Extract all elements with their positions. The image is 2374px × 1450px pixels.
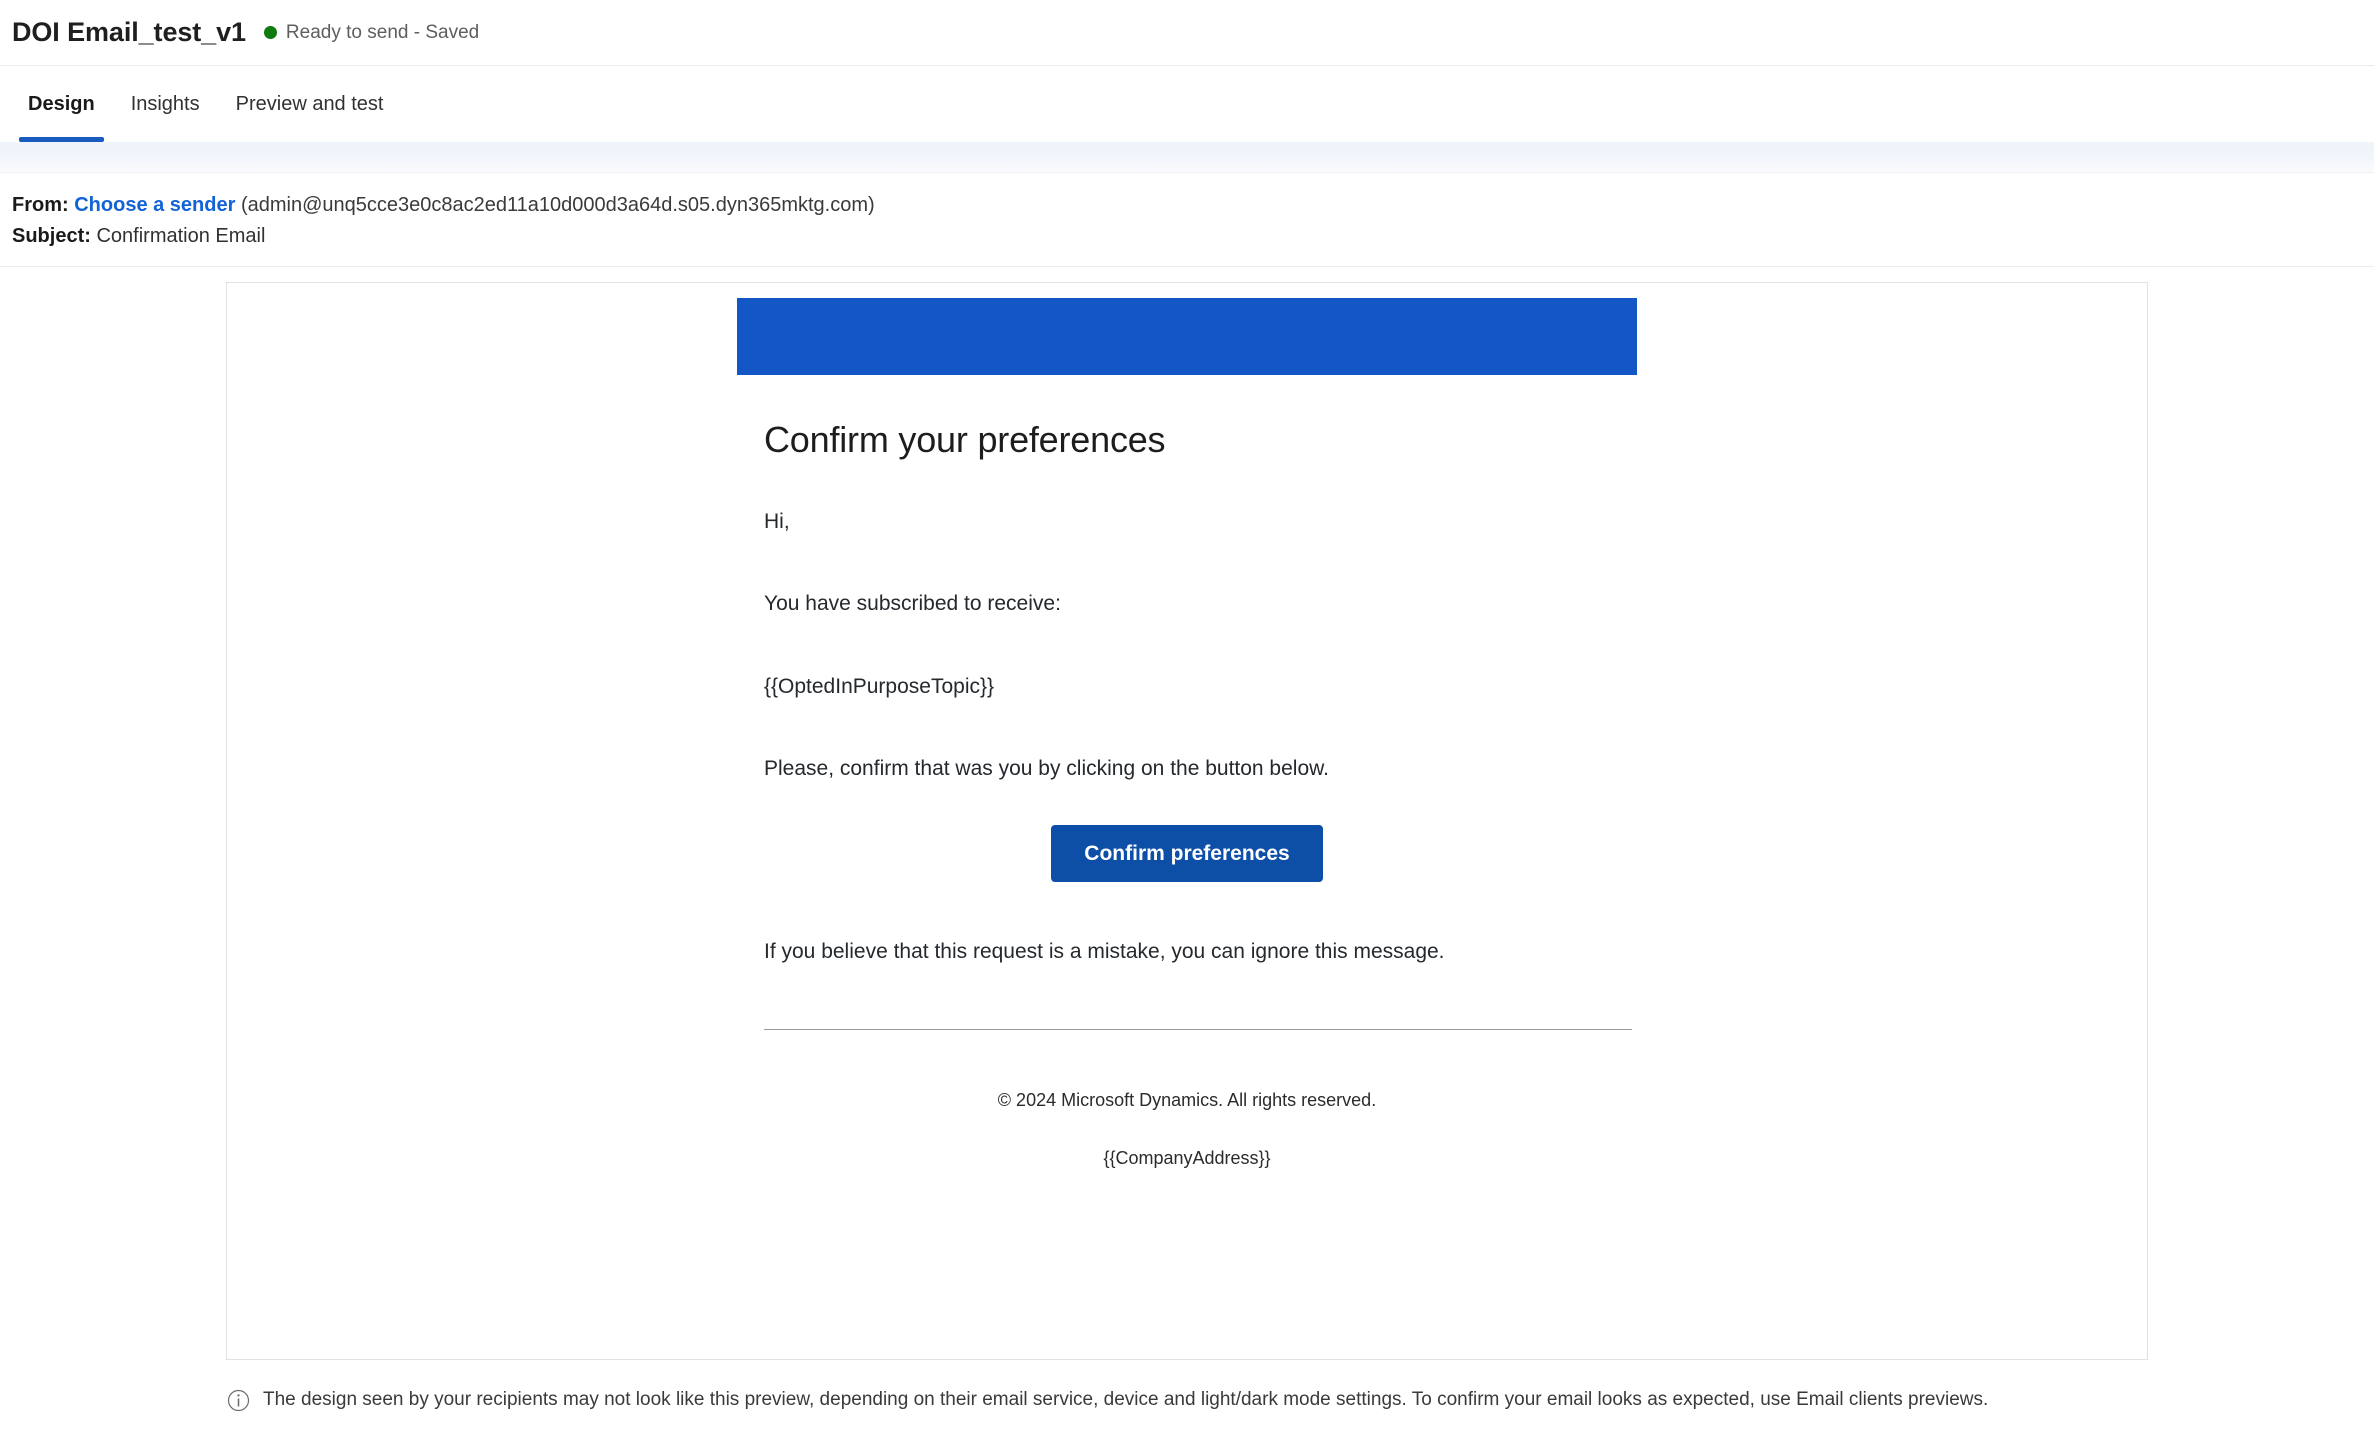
email-divider xyxy=(764,1029,1632,1031)
choose-a-sender-link[interactable]: Choose a sender xyxy=(74,194,235,216)
status-label: Ready to send - Saved xyxy=(285,21,480,43)
preview-notice: The design seen by your recipients may n… xyxy=(0,1360,2374,1413)
subject-row: Subject: Confirmation Email xyxy=(12,221,2374,252)
email-heading[interactable]: Confirm your preferences xyxy=(764,417,1610,462)
email-body: Confirm your preferences Hi, You have su… xyxy=(737,417,1637,1172)
email-preview-canvas[interactable]: Confirm your preferences Hi, You have su… xyxy=(226,282,2148,1360)
status-badge: Ready to send - Saved xyxy=(263,21,480,44)
confirm-preferences-button[interactable]: Confirm preferences xyxy=(1051,824,1323,882)
sender-address: (admin@unq5cce3e0c8ac2ed11a10d000d3a64d.… xyxy=(240,194,875,216)
email-meta: From: Choose a sender (admin@unq5cce3e0c… xyxy=(0,173,2374,267)
tab-design[interactable]: Design xyxy=(10,66,113,142)
status-dot-icon xyxy=(263,26,277,39)
email-instruction[interactable]: Please, confirm that was you by clicking… xyxy=(764,754,1610,784)
info-icon xyxy=(227,1389,250,1412)
subject-value[interactable]: Confirmation Email xyxy=(96,225,265,247)
email-footer-copyright[interactable]: © 2024 Microsoft Dynamics. All rights re… xyxy=(764,1087,1610,1114)
page-title: DOI Email_test_v1 xyxy=(12,17,246,47)
email-document: Confirm your preferences Hi, You have su… xyxy=(737,283,1637,1172)
toolbar-strip xyxy=(0,142,2374,173)
email-footer: © 2024 Microsoft Dynamics. All rights re… xyxy=(764,1087,1610,1172)
from-label: From: xyxy=(12,194,69,216)
email-topic-token[interactable]: {{OptedInPurposeTopic}} xyxy=(764,672,1610,702)
tab-bar: Design Insights Preview and test xyxy=(0,66,2374,142)
app-header: DOI Email_test_v1 Ready to send - Saved xyxy=(0,0,2374,66)
tab-design-label: Design xyxy=(28,92,95,115)
email-footer-address-token[interactable]: {{CompanyAddress}} xyxy=(764,1145,1610,1172)
subject-label: Subject: xyxy=(12,225,91,247)
email-greeting[interactable]: Hi, xyxy=(764,507,1610,537)
tab-preview-and-test[interactable]: Preview and test xyxy=(218,66,402,142)
from-row: From: Choose a sender (admin@unq5cce3e0c… xyxy=(12,190,2374,221)
email-header-banner[interactable] xyxy=(737,298,1637,375)
tab-insights[interactable]: Insights xyxy=(113,66,218,142)
email-button-row: Confirm preferences xyxy=(764,824,1610,882)
email-mistake-note[interactable]: If you believe that this request is a mi… xyxy=(764,937,1610,967)
design-stage: Confirm your preferences Hi, You have su… xyxy=(0,267,2374,1360)
preview-notice-text: The design seen by your recipients may n… xyxy=(263,1389,1989,1410)
tab-preview-and-test-label: Preview and test xyxy=(235,92,384,115)
tab-insights-label: Insights xyxy=(130,92,200,115)
email-subscribed-line[interactable]: You have subscribed to receive: xyxy=(764,589,1610,619)
